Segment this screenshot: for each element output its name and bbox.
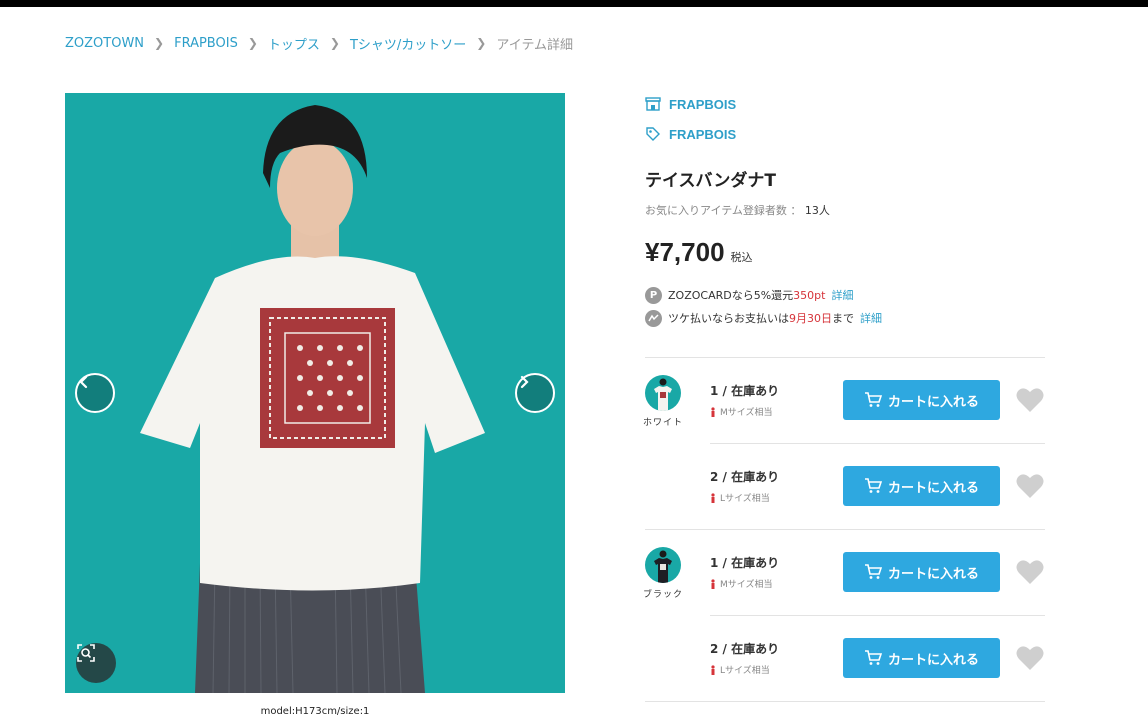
cart-icon bbox=[864, 650, 882, 665]
zozocard-info: P ZOZOCARDなら5%還元 350pt 詳細 bbox=[645, 286, 853, 304]
size-label: Lサイズ相当 bbox=[710, 491, 770, 504]
size-label: Lサイズ相当 bbox=[710, 663, 770, 676]
favorites-number: 13人 bbox=[804, 204, 830, 217]
shop-name: FRAPBOIS bbox=[669, 96, 737, 112]
person-icon bbox=[711, 578, 715, 589]
person-icon bbox=[711, 492, 715, 503]
cart-icon bbox=[864, 478, 882, 493]
price: ¥7,700 税込 bbox=[645, 237, 753, 268]
divider bbox=[710, 443, 1045, 444]
breadcrumb: ZOZOTOWN ❯ FRAPBOIS ❯ トップス ❯ Tシャツ/カットソー … bbox=[65, 34, 574, 53]
tsuke-detail-link[interactable]: 詳細 bbox=[860, 310, 882, 326]
color-swatch-black[interactable] bbox=[645, 547, 681, 583]
stock-status: 1 / 在庫あり bbox=[710, 556, 780, 570]
stock-status: 2 / 在庫あり bbox=[710, 470, 780, 484]
zoom-icon bbox=[77, 644, 95, 662]
top-bar bbox=[0, 0, 1148, 7]
cart-icon bbox=[864, 564, 882, 579]
favorites-count: お気に入りアイテム登録者数 ： 13人 bbox=[645, 202, 830, 218]
zozocard-points: 350pt bbox=[793, 288, 826, 302]
tsuke-icon bbox=[645, 309, 662, 327]
favorites-label: お気に入りアイテム登録者数 ： bbox=[645, 204, 802, 217]
size-label: Mサイズ相当 bbox=[710, 577, 773, 590]
shop-icon bbox=[645, 97, 661, 111]
stock-status: 2 / 在庫あり bbox=[710, 642, 780, 656]
breadcrumb-tshirts[interactable]: Tシャツ/カットソー bbox=[350, 34, 466, 53]
stock-status: 1 / 在庫あり bbox=[710, 384, 780, 398]
zozocard-detail-link[interactable]: 詳細 bbox=[831, 287, 853, 303]
person-icon bbox=[711, 406, 715, 417]
color-name-white: ホワイト bbox=[643, 418, 684, 428]
tsuke-suffix: まで bbox=[832, 312, 854, 325]
chevron-right-icon bbox=[520, 375, 529, 389]
breadcrumb-tops[interactable]: トップス bbox=[268, 34, 320, 53]
image-caption: model:H173cm/size:1 bbox=[260, 706, 370, 716]
person-icon bbox=[711, 664, 715, 675]
add-to-cart-button[interactable]: カートに入れる bbox=[843, 380, 1000, 420]
breadcrumb-frapbois[interactable]: FRAPBOIS bbox=[174, 36, 238, 51]
favorite-heart-icon[interactable] bbox=[1016, 387, 1044, 413]
zozocard-text: ZOZOCARDなら5%還元 bbox=[668, 289, 794, 302]
tag-icon bbox=[646, 127, 660, 141]
tsuke-date: 9月30日 bbox=[789, 312, 832, 325]
shop-link[interactable]: FRAPBOIS bbox=[645, 95, 736, 113]
chevron-right-icon: ❯ bbox=[247, 36, 258, 50]
brand-name: FRAPBOIS bbox=[669, 126, 737, 142]
next-image-button[interactable] bbox=[515, 373, 555, 413]
chevron-right-icon: ❯ bbox=[476, 36, 487, 50]
points-icon: P bbox=[645, 286, 662, 304]
add-to-cart-button[interactable]: カートに入れる bbox=[843, 638, 1000, 678]
add-to-cart-button[interactable]: カートに入れる bbox=[843, 552, 1000, 592]
favorite-heart-icon[interactable] bbox=[1016, 473, 1044, 499]
favorite-heart-icon[interactable] bbox=[1016, 559, 1044, 585]
zoom-button[interactable] bbox=[76, 643, 116, 683]
divider bbox=[710, 615, 1045, 616]
color-swatch-white[interactable] bbox=[645, 375, 681, 411]
chevron-right-icon: ❯ bbox=[329, 36, 340, 50]
size-label: Mサイズ相当 bbox=[710, 405, 773, 418]
cart-icon bbox=[864, 392, 882, 407]
model-illustration bbox=[140, 105, 485, 693]
tsuke-info: ツケ払いならお支払いは 9月30日 まで 詳細 bbox=[645, 309, 882, 327]
divider bbox=[645, 529, 1045, 530]
divider bbox=[645, 357, 1045, 358]
chevron-left-icon bbox=[79, 375, 88, 389]
add-to-cart-button[interactable]: カートに入れる bbox=[843, 466, 1000, 506]
breadcrumb-zozotown[interactable]: ZOZOTOWN bbox=[65, 36, 144, 51]
divider bbox=[645, 701, 1045, 702]
color-name-black: ブラック bbox=[643, 590, 684, 600]
tax-label: 税込 bbox=[730, 251, 753, 264]
product-title: テイスバンダナT bbox=[645, 171, 776, 191]
brand-link[interactable]: FRAPBOIS bbox=[645, 125, 736, 143]
previous-image-button[interactable] bbox=[75, 373, 115, 413]
tsuke-text: ツケ払いならお支払いは bbox=[668, 312, 789, 325]
product-image[interactable] bbox=[65, 93, 565, 693]
price-amount: ¥7,700 bbox=[645, 237, 725, 267]
chevron-right-icon: ❯ bbox=[154, 36, 165, 50]
favorite-heart-icon[interactable] bbox=[1016, 645, 1044, 671]
breadcrumb-current: アイテム詳細 bbox=[496, 37, 574, 53]
